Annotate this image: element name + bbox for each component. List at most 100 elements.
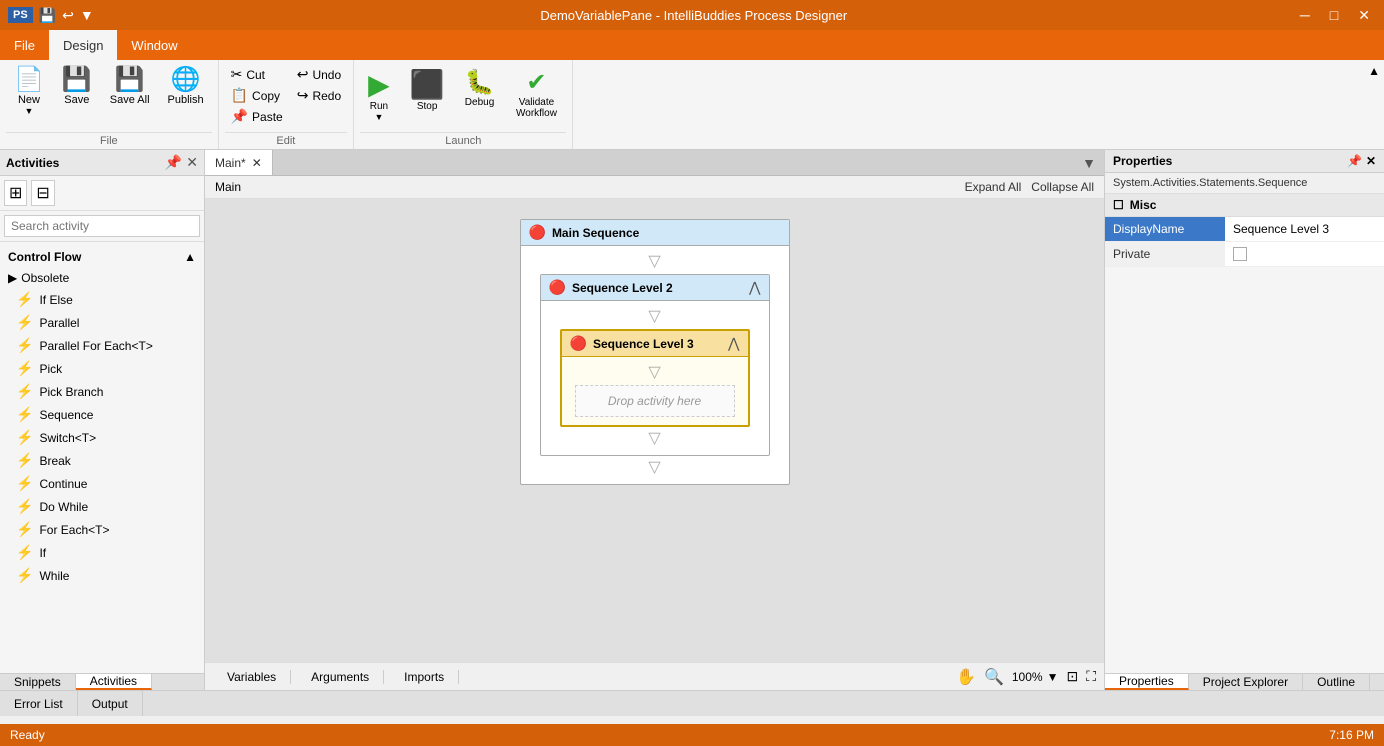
undo-button[interactable]: ↩ Undo	[291, 64, 347, 85]
main-tab-close[interactable]: ✕	[252, 156, 262, 170]
new-label: New	[18, 94, 40, 106]
parallel-foreach-item[interactable]: ⚡ Parallel For Each<T>	[0, 334, 204, 357]
collapse-all-button[interactable]: ⊟	[31, 180, 54, 206]
switch-item[interactable]: ⚡ Switch<T>	[0, 426, 204, 449]
publish-button[interactable]: 🌐 Publish	[160, 64, 212, 110]
error-list-tab[interactable]: Error List	[0, 691, 78, 716]
display-name-value[interactable]: Sequence Level 3	[1225, 217, 1384, 241]
level2-sequence-header[interactable]: 🔴 Sequence Level 2 ⋀	[541, 275, 769, 301]
menu-file[interactable]: File	[0, 30, 49, 60]
new-icon: 📄	[14, 68, 44, 92]
private-checkbox[interactable]	[1233, 247, 1247, 261]
menu-bar: File Design Window	[0, 30, 1384, 60]
ribbon-scroll-up[interactable]: ▲	[1364, 60, 1384, 149]
ribbon-edit-buttons: ✂ Cut 📋 Copy 📌 Paste ↩ Undo ↪	[225, 64, 348, 130]
snippets-tab[interactable]: Snippets	[0, 674, 76, 690]
main-tab[interactable]: Main* ✕	[205, 150, 273, 175]
copy-button[interactable]: 📋 Copy	[225, 85, 289, 106]
status-bar: Ready 7:16 PM	[0, 724, 1384, 746]
private-key: Private	[1105, 242, 1225, 266]
do-while-item[interactable]: ⚡ Do While	[0, 495, 204, 518]
cut-button[interactable]: ✂ Cut	[225, 64, 289, 85]
debug-button[interactable]: 🐛 Debug	[457, 64, 503, 112]
maximize-button[interactable]: □	[1324, 5, 1344, 25]
quick-down-icon[interactable]: ▼	[80, 7, 94, 23]
window-controls: ─ □ ✕	[1294, 5, 1376, 26]
obsolete-subsection[interactable]: ▶ Obsolete	[0, 268, 204, 288]
tabs-bar: Main* ✕ ▼	[205, 150, 1104, 176]
paste-button[interactable]: 📌 Paste	[225, 106, 289, 127]
output-tab[interactable]: Output	[78, 691, 143, 716]
close-panel-icon[interactable]: ✕	[186, 154, 198, 171]
activities-panel: Activities 📌 ✕ ⊞ ⊟ Control Flow ▲ ▶ Obso…	[0, 150, 205, 690]
close-properties-icon[interactable]: ✕	[1366, 154, 1376, 168]
while-item[interactable]: ⚡ While	[0, 564, 204, 587]
minimize-button[interactable]: ─	[1294, 5, 1316, 25]
redo-button[interactable]: ↪ Redo	[291, 85, 347, 106]
if-item[interactable]: ⚡ If	[0, 541, 204, 564]
main-sequence-header[interactable]: 🔴 Main Sequence	[521, 220, 789, 246]
zoom-dropdown-icon[interactable]: ▼	[1047, 670, 1059, 684]
new-button[interactable]: 📄 New ▼	[6, 64, 52, 120]
main-sequence-title: Main Sequence	[552, 226, 781, 240]
if-label: If	[39, 546, 46, 560]
properties-header-icons: 📌 ✕	[1347, 154, 1376, 168]
quick-undo-icon[interactable]: ↩	[62, 7, 74, 24]
fit-icon[interactable]: ⊡	[1066, 668, 1078, 685]
breadcrumb: Main	[215, 180, 241, 194]
activities-tab[interactable]: Activities	[76, 674, 152, 690]
zoom-out-icon[interactable]: 🔍	[984, 667, 1004, 687]
designer-canvas[interactable]: 🔴 Main Sequence ▽ 🔴 Sequence Level 2 ⋀	[205, 199, 1104, 662]
expand-all-button[interactable]: Expand All	[965, 180, 1022, 194]
outline-tab[interactable]: Outline	[1303, 674, 1370, 690]
search-activity-input[interactable]	[4, 215, 200, 237]
continue-icon: ⚡	[16, 475, 33, 492]
tab-dropdown[interactable]: ▼	[1074, 155, 1104, 171]
fullscreen-icon[interactable]: ⛶	[1086, 668, 1096, 685]
designer-area: Main* ✕ ▼ Main Expand All Collapse All 🔴…	[205, 150, 1104, 690]
save-button[interactable]: 💾 Save	[54, 64, 100, 110]
save-all-button[interactable]: 💾 Save All	[102, 64, 158, 110]
level3-sequence-header[interactable]: 🔴 Sequence Level 3 ⋀	[562, 331, 748, 357]
private-value[interactable]	[1225, 242, 1384, 266]
menu-design[interactable]: Design	[49, 30, 117, 60]
pick-item[interactable]: ⚡ Pick	[0, 357, 204, 380]
pick-branch-item[interactable]: ⚡ Pick Branch	[0, 380, 204, 403]
pin-properties-icon[interactable]: 📌	[1347, 154, 1362, 168]
for-each-item[interactable]: ⚡ For Each<T>	[0, 518, 204, 541]
error-output-bar: Error List Output	[0, 690, 1384, 716]
parallel-item[interactable]: ⚡ Parallel	[0, 311, 204, 334]
close-button[interactable]: ✕	[1352, 5, 1376, 26]
drop-arrow-4: ▽	[648, 431, 660, 447]
continue-item[interactable]: ⚡ Continue	[0, 472, 204, 495]
level3-collapse-icon[interactable]: ⋀	[728, 335, 739, 352]
stop-button[interactable]: ⬛ Stop	[402, 64, 453, 116]
if-else-item[interactable]: ⚡ If Else	[0, 288, 204, 311]
project-explorer-tab[interactable]: Project Explorer	[1189, 674, 1303, 690]
menu-window[interactable]: Window	[117, 30, 191, 60]
arguments-tab[interactable]: Arguments	[297, 670, 384, 684]
if-else-label: If Else	[39, 293, 72, 307]
level2-collapse-icon[interactable]: ⋀	[749, 279, 760, 296]
imports-tab[interactable]: Imports	[390, 670, 459, 684]
quick-save-icon[interactable]: 💾	[39, 7, 56, 24]
hand-tool-icon[interactable]: ✋	[956, 667, 976, 687]
prop-section-label: Misc	[1130, 198, 1157, 212]
collapse-all-button[interactable]: Collapse All	[1031, 180, 1094, 194]
break-item[interactable]: ⚡ Break	[0, 449, 204, 472]
sequence-item[interactable]: ⚡ Sequence	[0, 403, 204, 426]
pin-icon[interactable]: 📌	[165, 154, 182, 171]
properties-tab[interactable]: Properties	[1105, 674, 1189, 690]
prop-misc-section: ☐ Misc	[1105, 194, 1384, 217]
level3-sequence-body[interactable]: ▽ Drop activity here	[562, 357, 748, 425]
prop-section-expand-icon[interactable]: ☐	[1113, 198, 1124, 212]
run-button[interactable]: ▶ Run ▼	[360, 64, 398, 126]
validate-button[interactable]: ✔ Validate Workflow	[506, 64, 566, 123]
variables-tab[interactable]: Variables	[213, 670, 291, 684]
obsolete-expand-icon: ▶	[8, 271, 17, 285]
control-flow-section[interactable]: Control Flow ▲	[0, 246, 204, 268]
publish-label: Publish	[168, 94, 204, 106]
pick-branch-icon: ⚡	[16, 383, 33, 400]
main-tab-label: Main*	[215, 156, 246, 170]
expand-all-button[interactable]: ⊞	[4, 180, 27, 206]
